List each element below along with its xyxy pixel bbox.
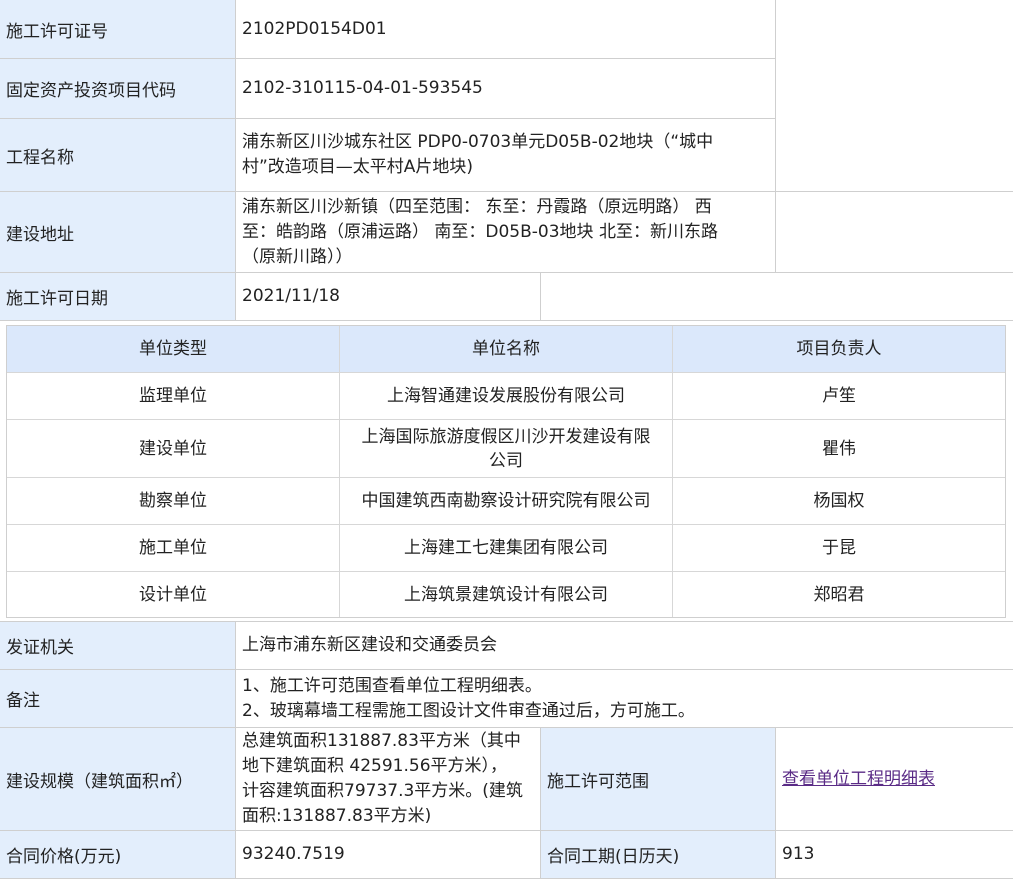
permit-no-value: 2102PD0154D01	[236, 0, 776, 59]
units-header-name: 单位名称	[340, 326, 673, 373]
permit-no-label: 施工许可证号	[0, 0, 236, 59]
blank-cell	[776, 192, 1013, 273]
table-row-name: 上海智通建设发展股份有限公司	[340, 373, 673, 420]
table-row-person: 杨国权	[673, 478, 1005, 525]
issuer-label: 发证机关	[0, 622, 236, 670]
address-label: 建设地址	[0, 192, 236, 273]
blank-cell	[776, 0, 1013, 192]
remarks-value: 1、施工许可范围查看单位工程明细表。 2、玻璃幕墙工程需施工图设计文件审查通过后…	[236, 670, 1013, 728]
units-table: 单位类型 单位名称 项目负责人 监理单位 上海智通建设发展股份有限公司 卢笙 建…	[6, 325, 1006, 618]
table-row-name: 上海国际旅游度假区川沙开发建设有限 公司	[340, 420, 673, 478]
table-row-person: 卢笙	[673, 373, 1005, 420]
project-code-value: 2102-310115-04-01-593545	[236, 59, 776, 119]
blank-cell	[541, 273, 1013, 321]
issuer-value: 上海市浦东新区建设和交通委员会	[236, 622, 1013, 670]
contract-price-label: 合同价格(万元)	[0, 831, 236, 879]
permit-scope-value: 查看单位工程明细表	[776, 728, 1013, 831]
address-value: 浦东新区川沙新镇（四至范围： 东至：丹霞路（原远明路） 西 至：皓韵路（原浦运路…	[236, 192, 776, 273]
scale-label: 建设规模（建筑面积㎡）	[0, 728, 236, 831]
table-row-person: 郑昭君	[813, 584, 865, 605]
table-row-type: 施工单位	[7, 525, 340, 572]
contract-period-label: 合同工期(日历天)	[541, 831, 776, 879]
permit-date-value: 2021/11/18	[236, 273, 541, 321]
table-row-person: 于昆	[673, 525, 1005, 572]
table-row-name: 中国建筑西南勘察设计研究院有限公司	[340, 478, 673, 525]
project-name-label: 工程名称	[0, 119, 236, 192]
project-code-label: 固定资产投资项目代码	[0, 59, 236, 119]
table-row-type: 监理单位	[7, 373, 340, 420]
units-header-type: 单位类型	[7, 326, 340, 373]
remarks-label: 备注	[0, 670, 236, 728]
table-row-name: 上海筑景建筑设计有限公司	[340, 572, 673, 617]
scale-value: 总建筑面积131887.83平方米（其中 地下建筑面积 42591.56平方米）…	[236, 728, 541, 831]
table-row-type: 设计单位	[7, 572, 340, 617]
contract-price-value: 93240.7519	[236, 831, 541, 879]
view-unit-details-link[interactable]: 查看单位工程明细表	[782, 767, 935, 792]
units-header-person: 项目负责人	[673, 326, 1005, 373]
table-row-name: 上海建工七建集团有限公司	[340, 525, 673, 572]
table-row-type: 勘察单位	[7, 478, 340, 525]
contract-period-value: 913	[776, 831, 1013, 879]
permit-date-label: 施工许可日期	[0, 273, 236, 321]
table-row-person: 瞿伟	[673, 420, 1005, 478]
table-row-type: 建设单位	[7, 420, 340, 478]
permit-scope-label: 施工许可范围	[541, 728, 776, 831]
project-name-value: 浦东新区川沙城东社区 PDP0-0703单元D05B-02地块（“城中 村”改造…	[236, 119, 776, 192]
